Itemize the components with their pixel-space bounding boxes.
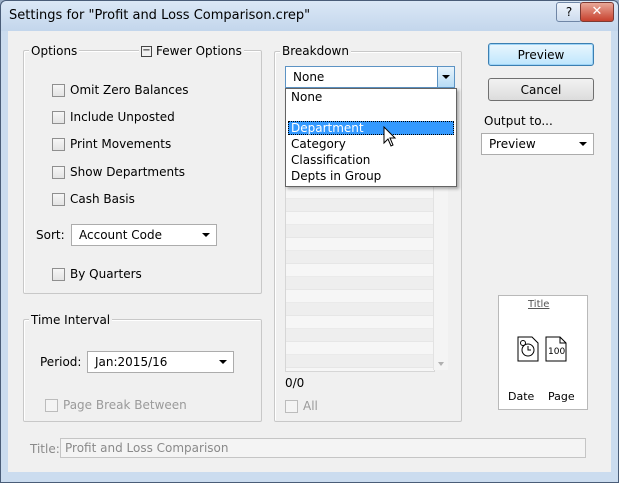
fewer-options-label: Fewer Options bbox=[156, 44, 242, 58]
preview-page-label: Page bbox=[548, 390, 575, 403]
chevron-down-icon bbox=[219, 360, 227, 364]
by-quarters-checkbox[interactable]: By Quarters bbox=[52, 267, 142, 281]
checkbox-box bbox=[52, 110, 65, 124]
omit-zero-balances-checkbox[interactable]: Omit Zero Balances bbox=[52, 83, 189, 97]
print-movements-checkbox[interactable]: Print Movements bbox=[52, 137, 171, 151]
title-input[interactable]: Profit and Loss Comparison bbox=[60, 438, 586, 458]
sort-label: Sort: bbox=[36, 228, 65, 242]
checkbox-box bbox=[52, 192, 65, 206]
all-checkbox[interactable]: All bbox=[285, 399, 318, 413]
cash-basis-checkbox[interactable]: Cash Basis bbox=[52, 192, 135, 206]
dropdown-item-classification[interactable]: Classification bbox=[291, 153, 370, 168]
close-button[interactable]: ✕ bbox=[580, 2, 614, 22]
checkbox-label: Page Break Between bbox=[63, 398, 187, 412]
period-value: Jan:2015/16 bbox=[95, 355, 168, 369]
checkbox-box bbox=[45, 398, 58, 412]
preview-date-label: Date bbox=[508, 390, 535, 403]
scroll-down-arrow-icon[interactable] bbox=[438, 362, 444, 366]
options-legend: Options bbox=[29, 44, 80, 58]
checkbox-box bbox=[52, 83, 65, 97]
title-label: Title: bbox=[30, 442, 60, 456]
mouse-cursor-icon bbox=[383, 126, 397, 147]
help-button[interactable]: ? bbox=[556, 2, 582, 22]
checkbox-label: Omit Zero Balances bbox=[70, 83, 189, 97]
checkbox-label: Cash Basis bbox=[70, 192, 135, 206]
breakdown-select[interactable]: None bbox=[285, 66, 455, 88]
breakdown-value: None bbox=[293, 70, 325, 84]
dropdown-item-category[interactable]: Category bbox=[291, 137, 346, 152]
breakdown-scrollbar[interactable] bbox=[433, 185, 448, 370]
dropdown-button[interactable] bbox=[437, 67, 454, 87]
checkbox-label: All bbox=[303, 399, 318, 413]
output-value: Preview bbox=[489, 137, 536, 151]
collapse-icon: − bbox=[141, 44, 152, 57]
preview-button[interactable]: Preview bbox=[488, 43, 594, 66]
page-number-text: 100 bbox=[548, 347, 566, 357]
chevron-down-icon bbox=[442, 75, 450, 79]
chevron-down-icon bbox=[202, 233, 210, 237]
output-to-label: Output to... bbox=[484, 114, 553, 128]
include-unposted-checkbox[interactable]: Include Unposted bbox=[52, 110, 175, 124]
breakdown-legend: Breakdown bbox=[280, 44, 351, 58]
checkbox-box bbox=[52, 165, 65, 179]
sort-select[interactable]: Account Code bbox=[71, 224, 217, 246]
date-calendar-icon bbox=[517, 336, 539, 362]
breakdown-count: 0/0 bbox=[285, 376, 305, 390]
checkbox-box bbox=[52, 267, 65, 281]
page-layout-preview: Title 100 Date Page bbox=[498, 295, 588, 410]
checkbox-box bbox=[52, 137, 65, 151]
preview-title: Title bbox=[528, 299, 550, 310]
period-select[interactable]: Jan:2015/16 bbox=[87, 351, 234, 373]
checkbox-box bbox=[285, 399, 298, 413]
checkbox-label: Print Movements bbox=[70, 137, 172, 151]
dropdown-item-none[interactable]: None bbox=[291, 90, 322, 105]
breakdown-dropdown-list: None Department Category Classification … bbox=[285, 88, 457, 187]
checkbox-label: By Quarters bbox=[70, 267, 142, 281]
show-departments-checkbox[interactable]: Show Departments bbox=[52, 165, 185, 179]
dropdown-item-department[interactable]: Department bbox=[291, 121, 364, 136]
window-title: Settings for "Profit and Loss Comparison… bbox=[9, 8, 311, 23]
title-bar[interactable]: Settings for "Profit and Loss Comparison… bbox=[1, 1, 618, 31]
breakdown-list[interactable] bbox=[285, 185, 435, 372]
sort-value: Account Code bbox=[79, 228, 162, 242]
dropdown-item-depts-in-group[interactable]: Depts in Group bbox=[291, 169, 381, 184]
chevron-down-icon bbox=[579, 142, 587, 146]
page-break-between-checkbox[interactable]: Page Break Between bbox=[45, 398, 187, 412]
time-interval-legend: Time Interval bbox=[29, 313, 113, 327]
output-select[interactable]: Preview bbox=[481, 133, 594, 155]
checkbox-label: Include Unposted bbox=[70, 110, 175, 124]
cancel-button[interactable]: Cancel bbox=[488, 78, 594, 101]
checkbox-label: Show Departments bbox=[70, 165, 186, 179]
fewer-options-toggle[interactable]: − Fewer Options bbox=[139, 44, 244, 58]
period-label: Period: bbox=[40, 355, 82, 369]
